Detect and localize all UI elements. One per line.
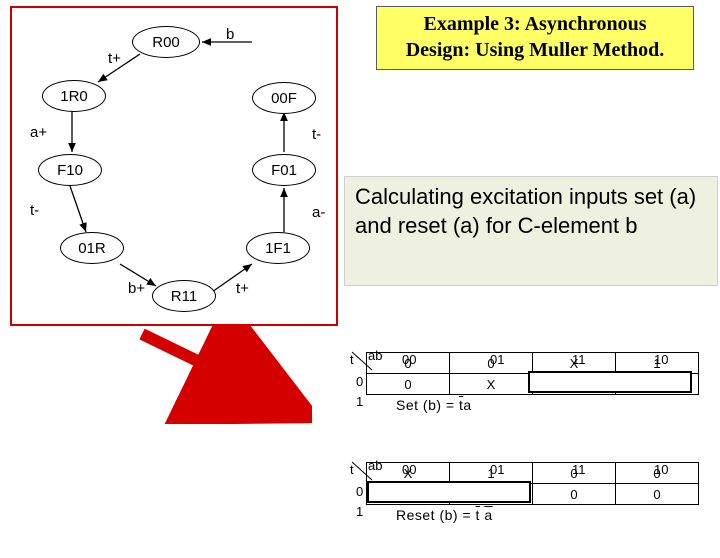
kmap0-c3: 10 [654,352,668,367]
node-00f: 00F [252,82,316,114]
kmap0-10: 0 [367,374,450,395]
title-line2: Design: Using Muller Method. [377,37,693,63]
kmap0-c1: 01 [490,352,504,367]
edge-tplus2: t+ [236,280,249,297]
kmap1-c0: 00 [402,462,416,477]
node-r00: R00 [132,26,200,58]
edge-aminus: a- [312,204,325,221]
kmap0-c0: 00 [402,352,416,367]
node-f10: F10 [38,154,102,186]
kmap0-r0: 0 [356,374,363,389]
node-f01: F01 [252,154,316,186]
edge-aplus: a+ [30,124,47,141]
node-01r: 01R [60,232,124,264]
kmap1-c3: 10 [654,462,668,477]
kmap1-r0: 0 [356,484,363,499]
edge-bplus: b+ [128,280,145,297]
kmap0-c2: 11 [572,352,586,367]
node-1r0: 1R0 [42,80,106,112]
kmap0-11: X [450,374,533,395]
kmap-panel: t ab 00 01 11 10 0 1 0 0 X 1 0 X X 0 [322,334,710,530]
red-arrow-icon [132,324,312,424]
edge-tminusR: t- [312,126,321,143]
edge-tminusL: t- [30,202,39,219]
kmap1-group [367,481,531,503]
kmap1-r1: 1 [356,504,363,519]
kmap1-equation: Reset (b) = t a [396,507,710,523]
edge-b: b [226,26,234,43]
state-diagram-frame: R00 1R0 F10 01R R11 1F1 F01 00F t+ a+ t-… [10,6,338,326]
title-banner: Example 3: Asynchronous Design: Using Mu… [376,6,694,70]
kmap0-r1: 1 [356,394,363,409]
edge-tplus: t+ [108,50,121,67]
kmap1-13: 0 [616,484,699,505]
node-r11: R11 [152,280,216,312]
subtitle-box: Calculating excitation inputs set (a) an… [344,176,718,286]
kmap0-equation: Set (b) = ta [396,397,710,413]
kmap1-c1: 01 [490,462,504,477]
node-1f1: 1F1 [246,232,310,264]
kmap1-c2: 11 [572,462,586,477]
kmap1-12: 0 [533,484,616,505]
title-line1: Example 3: Asynchronous [377,11,693,37]
kmap0-group [528,371,692,393]
